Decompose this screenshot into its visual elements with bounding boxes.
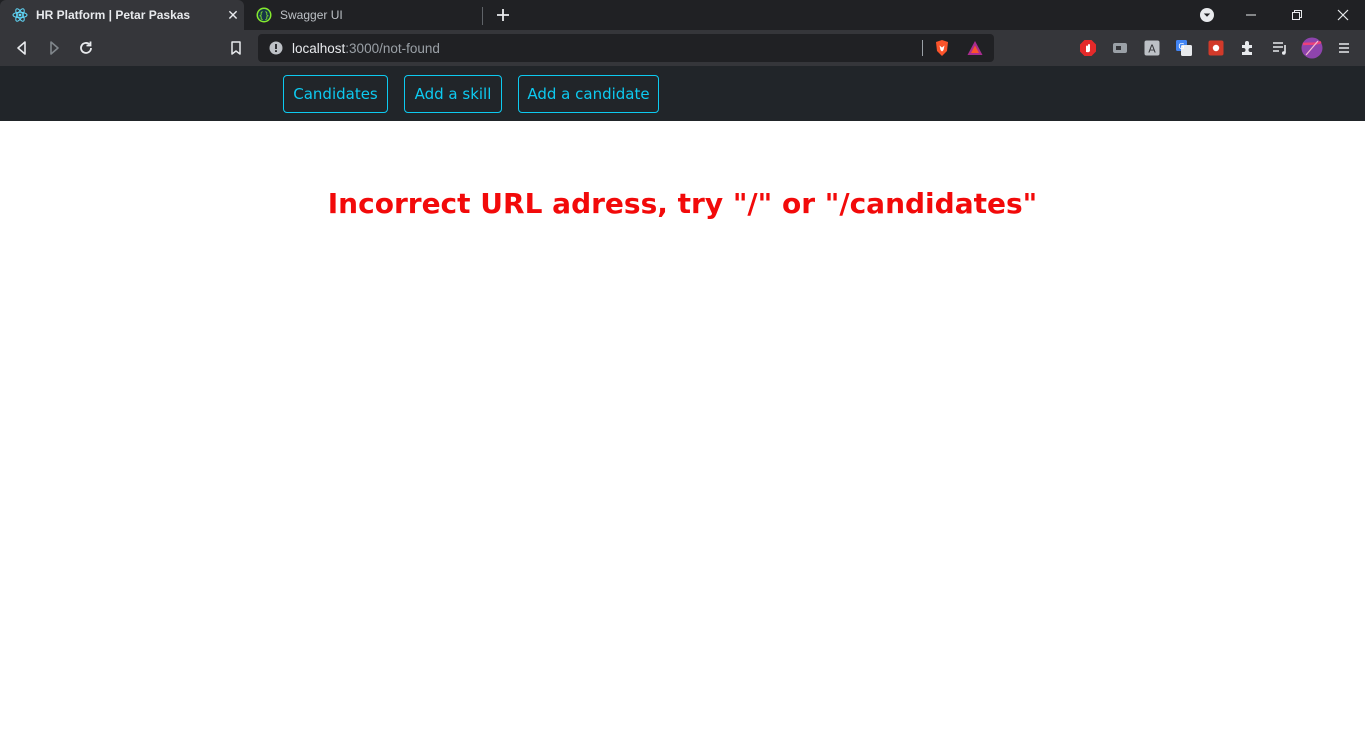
dictionary-icon[interactable]: A (1143, 39, 1161, 57)
brave-rewards-icon[interactable] (966, 39, 984, 57)
back-icon[interactable] (13, 39, 31, 57)
add-candidate-button[interactable]: Add a candidate (518, 75, 659, 113)
tab-title: HR Platform | Petar Paskas (36, 8, 191, 22)
profile-avatar-icon[interactable] (1301, 37, 1323, 59)
tab-title: Swagger UI (280, 8, 343, 22)
screencast-icon[interactable] (1111, 39, 1129, 57)
url-text: localhost:3000/not-found (292, 41, 440, 56)
omnibox-divider (922, 40, 923, 56)
svg-text:{}: {} (258, 12, 269, 22)
svg-text:G: G (1178, 42, 1184, 51)
web-developer-icon[interactable] (1207, 39, 1225, 57)
adblock-icon[interactable] (1079, 39, 1097, 57)
new-tab-icon[interactable] (493, 5, 513, 25)
swagger-icon: {} (256, 7, 272, 23)
forward-icon[interactable] (45, 39, 63, 57)
url-path: :3000/not-found (345, 41, 440, 56)
tab-search-icon[interactable] (1199, 7, 1215, 23)
browser-menu-icon[interactable] (1335, 39, 1353, 57)
address-bar[interactable]: localhost:3000/not-found (258, 34, 994, 62)
tab-hr-platform[interactable]: HR Platform | Petar Paskas ✕ (0, 0, 244, 30)
close-tab-icon[interactable]: ✕ (224, 6, 242, 24)
url-host: localhost (292, 41, 346, 56)
restore-icon[interactable] (1287, 5, 1307, 25)
site-info-icon[interactable] (269, 41, 283, 55)
close-window-icon[interactable] (1333, 5, 1353, 25)
tab-swagger-ui[interactable]: {} Swagger UI (244, 0, 482, 30)
minimize-icon[interactable] (1241, 5, 1261, 25)
reload-icon[interactable] (77, 39, 95, 57)
browser-tab-strip: HR Platform | Petar Paskas ✕ {} Swagger … (0, 0, 1365, 30)
svg-text:A: A (1148, 43, 1156, 56)
tab-divider (482, 7, 483, 25)
google-translate-icon[interactable]: G (1175, 39, 1193, 57)
media-controls-icon[interactable] (1271, 39, 1289, 57)
browser-toolbar: localhost:3000/not-found A G (0, 30, 1365, 66)
brave-shields-icon[interactable] (933, 39, 951, 57)
candidates-button[interactable]: Candidates (283, 75, 388, 113)
extensions-icon[interactable] (1239, 39, 1257, 57)
add-skill-button[interactable]: Add a skill (404, 75, 502, 113)
not-found-message: Incorrect URL adress, try "/" or "/candi… (327, 187, 1038, 220)
app-navbar: Candidates Add a skill Add a candidate (0, 66, 1365, 121)
bookmark-icon[interactable] (227, 39, 245, 57)
react-icon (12, 8, 28, 22)
